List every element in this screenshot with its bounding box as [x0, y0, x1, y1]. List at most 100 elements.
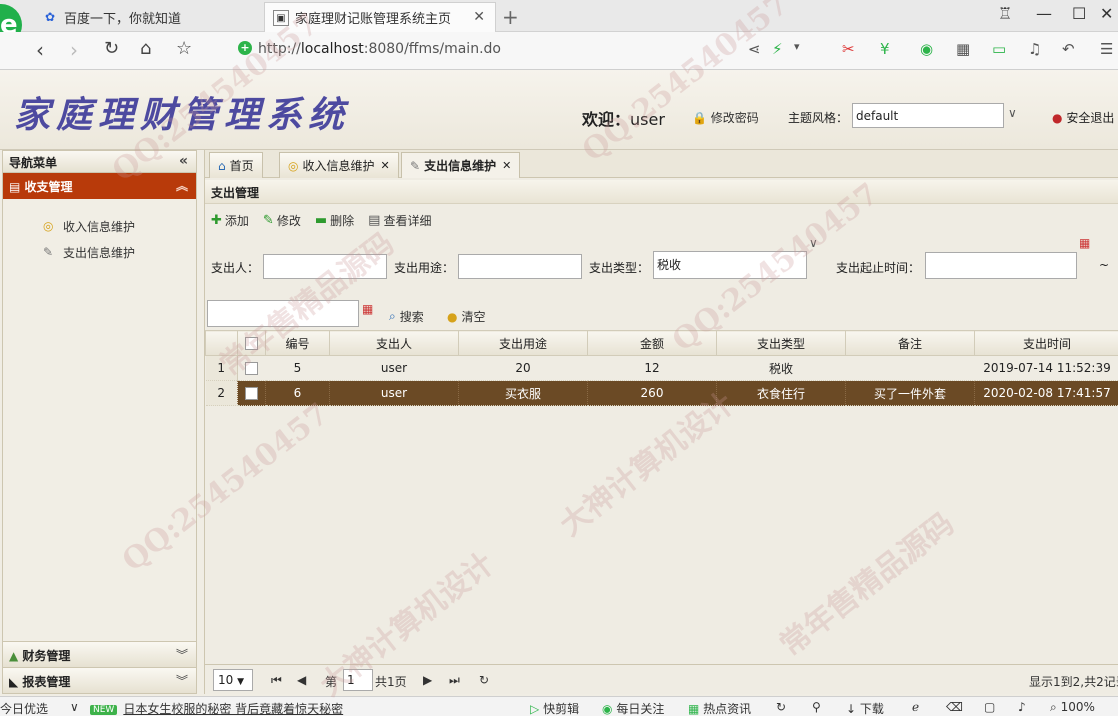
column-header[interactable]: 备注	[845, 330, 975, 356]
clear-button[interactable]: ● 清空	[447, 308, 486, 325]
table-row[interactable]: 1 5 user 20 12 税收 2019-07-14 11:52:39	[205, 355, 1118, 381]
speaker-icon[interactable]: ♪	[1018, 700, 1026, 714]
tab-income[interactable]: ◎ 收入信息维护 ✕	[279, 152, 399, 178]
end-time-input[interactable]	[207, 300, 359, 327]
panel-title: 支出管理	[205, 180, 1118, 204]
row-checkbox[interactable]	[237, 355, 266, 381]
close-window-icon[interactable]: ✕	[1100, 4, 1113, 23]
row-checkbox[interactable]	[237, 380, 266, 406]
row-number-header	[205, 330, 238, 356]
page-prefix: 第	[325, 675, 338, 689]
chevron-down-icon[interactable]: ︾	[176, 646, 188, 663]
sidebar-item-expense[interactable]: ✎ 支出信息维护	[3, 239, 196, 265]
chevron-down-icon[interactable]: ︾	[176, 672, 188, 689]
select-all-checkbox[interactable]	[237, 330, 266, 356]
new-tab-icon[interactable]: +	[502, 5, 519, 29]
refresh-icon[interactable]: ↻	[776, 700, 786, 714]
sidebar-group-reports[interactable]: ◣ 报表管理 ︾	[3, 667, 196, 693]
headphones-icon[interactable]: ♫	[1028, 40, 1041, 58]
reload-icon[interactable]: ↻	[104, 38, 119, 59]
column-header[interactable]: 金额	[587, 330, 717, 356]
column-header[interactable]: 编号	[265, 330, 330, 356]
purpose-input[interactable]	[458, 254, 582, 279]
change-password-link[interactable]: 🔒 修改密码	[692, 109, 759, 126]
chevron-down-icon: ▼	[237, 677, 245, 687]
type-select[interactable]: 税收	[653, 251, 807, 279]
theme-select[interactable]: default	[852, 103, 1004, 128]
delete-button[interactable]: ▬ 删除	[315, 212, 354, 229]
first-page-icon[interactable]: ⏮	[271, 673, 282, 688]
secure-shield-icon: +	[238, 41, 252, 55]
news-link[interactable]: NEW 日本女生校服的秘密 背后竟藏着惊天秘密	[90, 700, 343, 716]
app-icon[interactable]: ◉	[920, 40, 933, 58]
logout-link[interactable]: ● 安全退出	[1052, 109, 1114, 126]
tab-expense[interactable]: ✎ 支出信息维护 ✕	[401, 152, 521, 178]
page-size-select[interactable]: 10 ▼	[213, 669, 253, 691]
ie-icon[interactable]: ℯ	[912, 700, 919, 714]
today-picks[interactable]: 今日优选	[0, 700, 48, 716]
tab-home[interactable]: ⌂ 首页	[209, 152, 263, 178]
refresh-icon[interactable]: ↻	[479, 673, 489, 687]
sidebar-group-finance[interactable]: ▲ 财务管理 ︾	[3, 641, 196, 667]
zoom-control[interactable]: ⌕ 100%	[1050, 700, 1095, 715]
edit-button[interactable]: ✎ 修改	[263, 212, 301, 229]
prev-page-icon[interactable]: ◀	[297, 673, 306, 687]
column-header[interactable]: 支出类型	[716, 330, 846, 356]
table-row[interactable]: 2 6 user 买衣服 260 衣食住行 买了一件外套 2020-02-08 …	[205, 380, 1118, 406]
chevron-down-icon[interactable]: ∨	[1008, 106, 1017, 120]
scissors-icon[interactable]: ✂	[842, 40, 855, 58]
payer-input[interactable]	[263, 254, 387, 279]
minimize-icon[interactable]: —	[1036, 4, 1052, 23]
trash-icon[interactable]: ⌫	[946, 700, 963, 714]
window-icon[interactable]: ▢	[984, 700, 995, 714]
chevron-down-icon[interactable]: ∨	[70, 700, 79, 714]
pin-icon[interactable]: ⚲	[812, 700, 821, 714]
start-time-input[interactable]	[925, 252, 1077, 279]
sidebar: 导航菜单 « ▤ 收支管理 ︽ ◎ 收入信息维护 ✎ 支出信息维护 ▲ 财务管理…	[2, 150, 197, 694]
add-button[interactable]: ✚ 添加	[211, 212, 249, 229]
home-icon[interactable]: ⌂	[140, 38, 151, 59]
time-separator: ~	[1099, 258, 1110, 272]
maximize-icon[interactable]: ☐	[1072, 4, 1086, 23]
chevron-down-icon[interactable]: ∨	[809, 236, 818, 250]
close-icon[interactable]: ✕	[473, 9, 485, 25]
chevron-up-icon[interactable]: ︽	[176, 177, 188, 194]
close-icon[interactable]: ✕	[502, 159, 511, 172]
browser-tab-baidu[interactable]: ✿ 百度一下，你就知道	[36, 2, 262, 32]
column-header[interactable]: 支出人	[329, 330, 459, 356]
battery-icon[interactable]: ▭	[992, 40, 1006, 58]
last-page-icon[interactable]: ⏭	[449, 673, 460, 688]
undo-icon[interactable]: ↶	[1062, 40, 1075, 58]
lightning-icon[interactable]: ⚡	[772, 40, 783, 58]
calendar-icon[interactable]: ▦	[362, 302, 373, 316]
grid-apps-icon[interactable]: ▦	[956, 40, 970, 58]
chevron-down-icon[interactable]: ▾	[794, 40, 800, 53]
download-link[interactable]: ↓ 下载	[846, 700, 884, 716]
collapse-sidebar-icon[interactable]: «	[179, 153, 188, 169]
sidebar-item-income[interactable]: ◎ 收入信息维护	[3, 213, 196, 239]
hot-news-link[interactable]: ▦ 热点资讯	[688, 700, 751, 716]
forward-icon[interactable]: ›	[70, 38, 78, 62]
next-page-icon[interactable]: ▶	[423, 673, 432, 687]
browser-tab-main[interactable]: ▣ 家庭理财记账管理系统主页 ✕	[264, 2, 496, 32]
column-header[interactable]: 支出时间	[974, 330, 1118, 356]
back-icon[interactable]: ‹	[36, 38, 44, 62]
menu-icon[interactable]: ☰	[1100, 40, 1113, 58]
shield-icon[interactable]: ¥	[880, 40, 890, 58]
detail-button[interactable]: ▤ 查看详细	[368, 212, 431, 229]
share-icon[interactable]: ⋖	[748, 40, 761, 58]
sidebar-group-income-expense[interactable]: ▤ 收支管理 ︽	[3, 173, 196, 199]
cell-purpose: 20	[458, 355, 588, 381]
search-button[interactable]: ⌕ 搜索	[389, 308, 424, 325]
url-field[interactable]: http://localhost:8080/ffms/main.do	[258, 41, 501, 57]
bookmark-star-icon[interactable]: ☆	[176, 38, 192, 59]
column-header[interactable]: 支出用途	[458, 330, 588, 356]
edit-icon: ✎	[43, 245, 54, 259]
quick-edit-link[interactable]: ▷ 快剪辑	[530, 700, 579, 716]
cell-type: 税收	[716, 355, 846, 381]
calendar-icon[interactable]: ▦	[1079, 236, 1090, 250]
daily-focus-link[interactable]: ◉ 每日关注	[602, 700, 664, 716]
shirt-icon[interactable]: ♖	[998, 4, 1012, 23]
page-number-input[interactable]: 1	[343, 669, 373, 691]
close-icon[interactable]: ✕	[381, 159, 390, 172]
